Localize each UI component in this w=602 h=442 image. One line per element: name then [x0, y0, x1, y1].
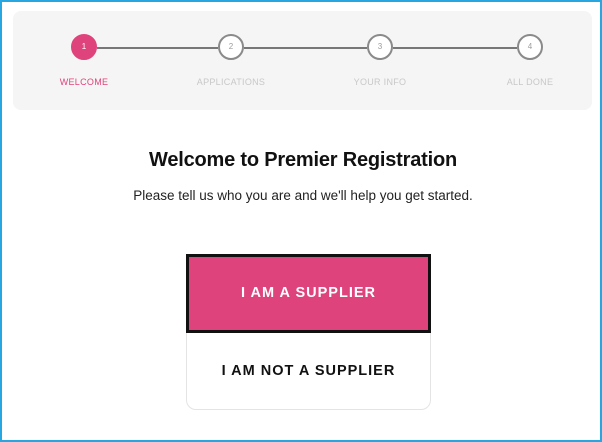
step-3-indicator: 3 [367, 34, 393, 60]
i-am-not-supplier-button[interactable]: I AM NOT A SUPPLIER [187, 333, 430, 409]
step-4-label: ALL DONE [506, 77, 554, 87]
step-1-indicator: 1 [71, 34, 97, 60]
page-subtitle: Please tell us who you are and we'll hel… [133, 188, 473, 203]
step-4-indicator: 4 [517, 34, 543, 60]
page-title: Welcome to Premier Registration [149, 149, 457, 171]
progress-stepper: 1 2 3 4 WELCOME APPLICATIONS YOUR INFO A… [13, 11, 592, 110]
step-connector-1-2 [97, 47, 218, 49]
app-frame: 1 2 3 4 WELCOME APPLICATIONS YOUR INFO A… [0, 0, 602, 442]
step-connector-3-4 [393, 47, 517, 49]
step-1-label: WELCOME [59, 77, 109, 87]
step-connector-2-3 [244, 47, 367, 49]
step-3-label: YOUR INFO [353, 77, 407, 87]
step-2-indicator: 2 [218, 34, 244, 60]
supplier-choice-group: I AM A SUPPLIER I AM NOT A SUPPLIER [186, 254, 431, 410]
i-am-supplier-button[interactable]: I AM A SUPPLIER [186, 254, 431, 333]
step-2-label: APPLICATIONS [196, 77, 266, 87]
